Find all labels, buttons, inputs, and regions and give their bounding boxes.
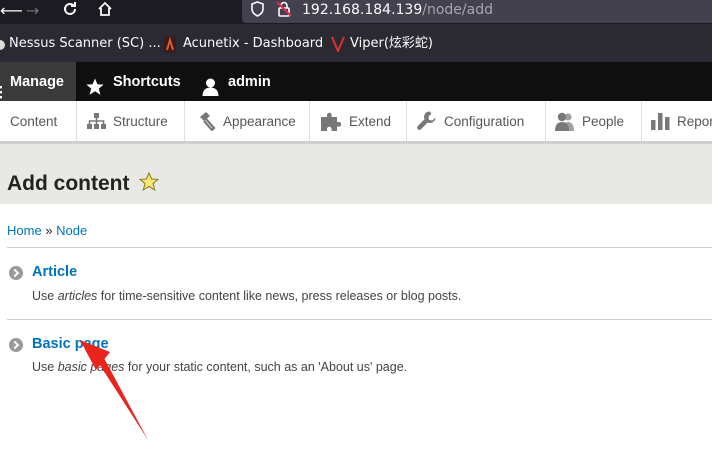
chevron-right-icon xyxy=(9,266,23,280)
content-type-basic-page-description: Use basic pages for your static content,… xyxy=(32,360,408,374)
content-type-basic-page-link[interactable]: Basic page xyxy=(32,335,109,353)
page-title-wrap: Add content xyxy=(7,170,160,199)
url-text[interactable]: 192.168.184.139/node/add xyxy=(302,1,493,19)
configuration-wrench-icon xyxy=(417,111,436,134)
insecure-lock-icon[interactable] xyxy=(276,1,292,23)
tray-appearance[interactable]: Appearance xyxy=(223,101,296,141)
shortcut-star-icon[interactable] xyxy=(139,171,160,199)
divider xyxy=(406,101,407,141)
bookmark-viper[interactable]: Viper(炫彩蛇) xyxy=(350,36,433,52)
people-icon xyxy=(555,112,575,135)
breadcrumb-separator: » xyxy=(45,223,53,238)
bookmarks-bar: Nessus Scanner (SC) ... Acunetix - Dashb… xyxy=(0,24,712,62)
appearance-icon xyxy=(197,112,216,135)
divider xyxy=(7,247,712,248)
chevron-right-icon xyxy=(9,338,23,352)
toolbar-user-label: admin xyxy=(228,74,271,90)
divider xyxy=(309,101,310,141)
tray-configuration[interactable]: Configuration xyxy=(444,101,524,141)
extend-puzzle-icon xyxy=(321,112,342,135)
page-title: Add content xyxy=(7,172,130,195)
divider xyxy=(76,101,77,141)
tray-content[interactable]: Content xyxy=(10,101,57,141)
acunetix-icon xyxy=(163,36,177,57)
divider xyxy=(184,101,185,141)
toolbar-shortcuts-label: Shortcuts xyxy=(113,74,181,90)
back-arrow-icon[interactable]: ⟵ xyxy=(0,0,23,22)
home-icon[interactable] xyxy=(97,1,113,23)
admin-tray: Content Structure Appearance Extend Conf… xyxy=(0,101,712,144)
forward-arrow-icon[interactable]: → xyxy=(26,0,39,22)
content-type-article-link[interactable]: Article xyxy=(32,263,77,281)
reports-bar-icon xyxy=(651,111,671,134)
viper-icon xyxy=(331,36,345,56)
structure-icon xyxy=(87,113,106,134)
browser-toolbar: ⟵ → 192.168.184.139/node/add xyxy=(0,0,712,24)
breadcrumb-node[interactable]: Node xyxy=(56,223,87,238)
bookmark-acunetix[interactable]: Acunetix - Dashboard xyxy=(183,36,323,52)
divider xyxy=(7,319,712,320)
breadcrumb-home[interactable]: Home xyxy=(7,223,42,238)
tray-reports[interactable]: Repor xyxy=(677,101,712,141)
tray-structure[interactable]: Structure xyxy=(113,101,168,141)
bookmark-nessus[interactable]: Nessus Scanner (SC) ... xyxy=(9,36,161,52)
toolbar-manage-label: Manage xyxy=(10,74,64,90)
breadcrumb: Home » Node xyxy=(7,223,87,239)
content-type-article-description: Use articles for time-sensitive content … xyxy=(32,289,462,303)
divider xyxy=(545,101,546,141)
admin-toolbar: Manage Shortcuts admin xyxy=(0,62,712,101)
tray-people[interactable]: People xyxy=(582,101,624,141)
shield-icon[interactable] xyxy=(250,1,265,23)
toolbar-shortcuts[interactable]: Shortcuts xyxy=(76,62,186,101)
nessus-icon xyxy=(0,37,6,56)
tray-extend[interactable]: Extend xyxy=(349,101,391,141)
toolbar-manage[interactable]: Manage xyxy=(0,62,76,101)
toolbar-user[interactable]: admin xyxy=(195,62,285,101)
divider xyxy=(641,101,642,141)
reload-icon[interactable] xyxy=(62,1,78,23)
